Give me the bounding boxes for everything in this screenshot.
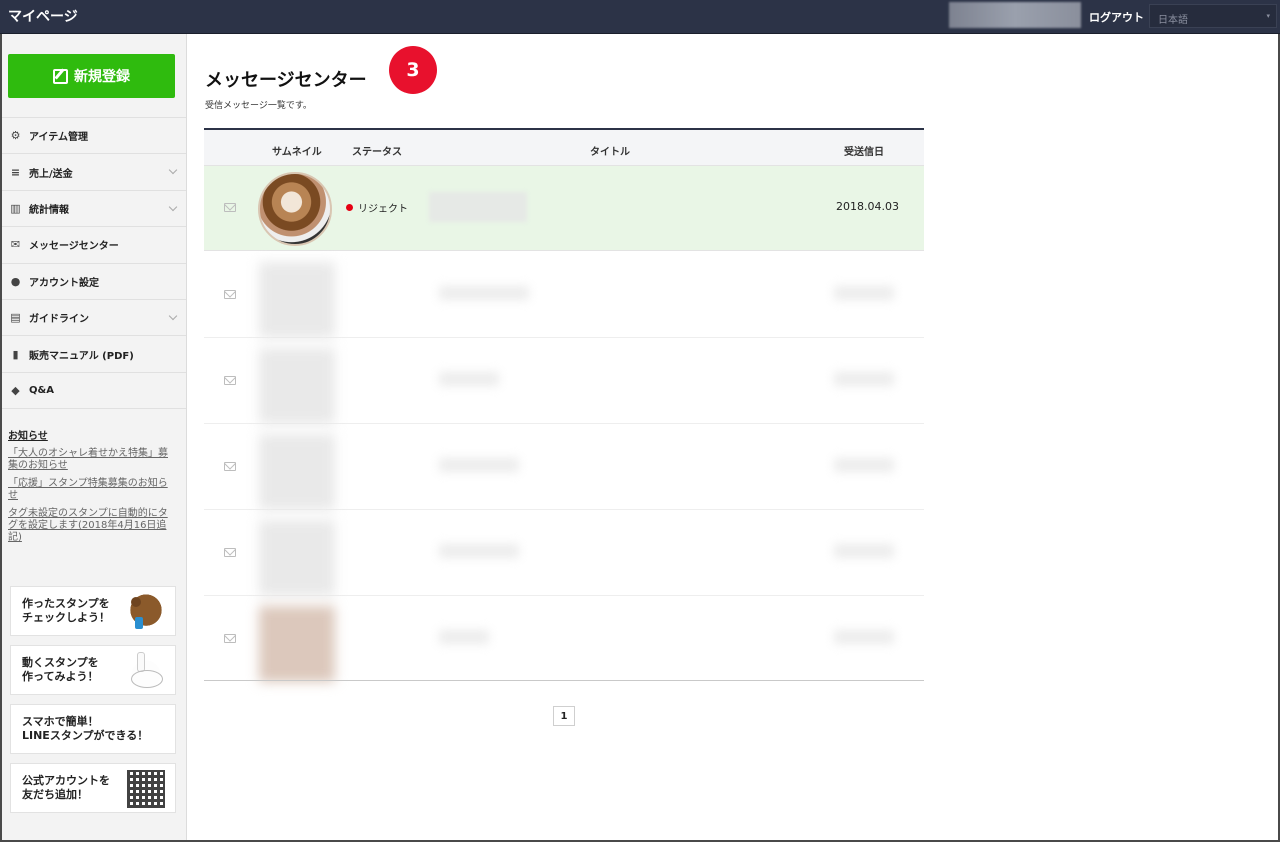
bear-character-icon bbox=[127, 593, 165, 631]
new-registration-button[interactable]: 新規登録 bbox=[8, 54, 175, 98]
blurred-date bbox=[834, 286, 894, 300]
speech-bubble-icon: ◆ bbox=[11, 383, 20, 397]
table-row[interactable] bbox=[204, 338, 924, 424]
column-header-date: 受送信日 bbox=[844, 147, 884, 158]
edit-icon bbox=[53, 68, 68, 84]
envelope-icon bbox=[224, 634, 236, 643]
banner-line: LINEスタンプができる！ bbox=[22, 729, 149, 742]
status-dot-icon bbox=[346, 204, 353, 211]
language-select[interactable]: 日本語 ▾ bbox=[1149, 4, 1277, 28]
news-link[interactable]: タグ未設定のスタンプに自動的にタグを設定します(2018年4月16日追記) bbox=[8, 508, 173, 544]
table-row[interactable] bbox=[204, 252, 924, 338]
chevron-down-icon bbox=[168, 311, 178, 321]
table-bottom-divider bbox=[204, 680, 924, 681]
app-title[interactable]: マイページ bbox=[8, 6, 78, 26]
sidebar-item-label: メッセージセンター bbox=[29, 241, 119, 253]
envelope-icon bbox=[224, 290, 236, 299]
sidebar-item-sales-manual[interactable]: ▮ 販売マニュアル (PDF) bbox=[2, 336, 186, 373]
pagination-page-1[interactable]: 1 bbox=[553, 706, 575, 726]
language-select-value: 日本語 bbox=[1158, 15, 1188, 26]
sticker-thumbnail[interactable] bbox=[258, 172, 332, 246]
sidebar-item-label: 統計情報 bbox=[29, 204, 69, 216]
envelope-icon bbox=[224, 548, 236, 557]
sidebar-item-qa[interactable]: ◆ Q&A bbox=[2, 373, 186, 410]
blurred-date bbox=[834, 458, 894, 472]
bar-chart-icon: ▥ bbox=[10, 201, 21, 215]
column-header-status: ステータス bbox=[352, 147, 402, 158]
column-header-thumbnail: サムネイル bbox=[272, 147, 322, 158]
blurred-thumbnail bbox=[259, 434, 335, 510]
banner-line: スマホで簡単！ bbox=[22, 715, 99, 728]
envelope-icon bbox=[224, 462, 236, 471]
blurred-title bbox=[439, 458, 519, 472]
blurred-date bbox=[834, 630, 894, 644]
sidebar-item-item-management[interactable]: ⚙ アイテム管理 bbox=[2, 118, 186, 155]
logout-link[interactable]: ログアウト bbox=[1089, 9, 1144, 25]
sidebar-menu: ⚙ アイテム管理 ≡ 売上/送金 ▥ 統計情報 ✉ メッセージセンター ● アカ… bbox=[2, 117, 186, 410]
table-row[interactable]: リジェクト 2018.04.03 bbox=[204, 166, 924, 251]
table-header: サムネイル ステータス タイトル 受送信日 bbox=[204, 128, 924, 166]
chevron-down-icon bbox=[168, 202, 178, 212]
blurred-title bbox=[439, 544, 519, 558]
user-name-blurred bbox=[949, 2, 1081, 28]
rabbit-character-icon bbox=[127, 652, 165, 690]
file-icon: ▮ bbox=[12, 347, 19, 361]
annotation-badge: 3 bbox=[389, 46, 437, 94]
sidebar-item-sales[interactable]: ≡ 売上/送金 bbox=[2, 154, 186, 191]
database-icon: ≡ bbox=[10, 165, 21, 179]
news-heading[interactable]: お知らせ bbox=[8, 427, 173, 442]
blurred-title bbox=[439, 630, 489, 644]
new-registration-label: 新規登録 bbox=[74, 69, 130, 85]
news-link[interactable]: 「大人のオシャレ着せかえ特集」募集のお知らせ bbox=[8, 448, 173, 472]
page-title: メッセージセンター bbox=[205, 70, 367, 91]
sidebar-item-guidelines[interactable]: ▤ ガイドライン bbox=[2, 300, 186, 337]
news-section: お知らせ 「大人のオシャレ着せかえ特集」募集のお知らせ 「応援」スタンプ特集募集… bbox=[8, 427, 173, 550]
envelope-icon bbox=[224, 203, 236, 212]
page-subtitle: 受信メッセージ一覧です。 bbox=[205, 101, 312, 111]
message-title-blurred[interactable] bbox=[429, 192, 527, 222]
banner-official-account[interactable]: 公式アカウントを 友だち追加！ bbox=[10, 763, 176, 813]
news-link[interactable]: 「応援」スタンプ特集募集のお知らせ bbox=[8, 478, 173, 502]
banner-check-stickers[interactable]: 作ったスタンプを チェックしよう！ bbox=[10, 586, 176, 636]
sidebar-item-account-settings[interactable]: ● アカウント設定 bbox=[2, 264, 186, 300]
table-row[interactable] bbox=[204, 424, 924, 510]
blurred-thumbnail bbox=[259, 348, 335, 424]
received-date: 2018.04.03 bbox=[836, 200, 899, 213]
blurred-date bbox=[834, 372, 894, 386]
blurred-thumbnail bbox=[259, 262, 335, 338]
envelope-icon: ✉ bbox=[10, 238, 21, 252]
top-bar: マイページ ログアウト 日本語 ▾ bbox=[0, 0, 1280, 34]
blurred-title bbox=[439, 372, 499, 386]
sidebar-item-label: アイテム管理 bbox=[29, 132, 88, 144]
table-row[interactable] bbox=[204, 510, 924, 596]
blurred-date bbox=[834, 544, 894, 558]
chevron-down-icon bbox=[168, 166, 178, 175]
envelope-icon bbox=[224, 376, 236, 385]
table-row[interactable] bbox=[204, 596, 924, 682]
blurred-thumbnail bbox=[259, 606, 335, 682]
banner-animated-stickers[interactable]: 動くスタンプを 作ってみよう！ bbox=[10, 645, 176, 695]
sidebar-item-label: 販売マニュアル (PDF) bbox=[29, 350, 134, 362]
gear-icon: ⚙ bbox=[10, 129, 21, 143]
chevron-down-icon: ▾ bbox=[1266, 12, 1270, 20]
blurred-title bbox=[439, 286, 529, 300]
qr-code-icon bbox=[127, 770, 165, 808]
message-table: サムネイル ステータス タイトル 受送信日 リジェクト 2018.04.03 bbox=[204, 128, 924, 251]
document-icon: ▤ bbox=[10, 311, 21, 325]
sidebar-item-label: ガイドライン bbox=[29, 314, 89, 326]
sidebar: 新規登録 ⚙ アイテム管理 ≡ 売上/送金 ▥ 統計情報 ✉ メッセージセンター… bbox=[2, 34, 187, 840]
person-icon: ● bbox=[10, 274, 21, 288]
status-badge: リジェクト bbox=[358, 204, 408, 215]
blurred-thumbnail bbox=[259, 520, 335, 596]
sidebar-item-label: アカウント設定 bbox=[29, 277, 99, 289]
banner-smartphone-stickers[interactable]: スマホで簡単！ LINEスタンプができる！ bbox=[10, 704, 176, 754]
sidebar-item-label: Q&A bbox=[29, 384, 54, 396]
column-header-title: タイトル bbox=[590, 147, 630, 158]
sidebar-item-label: 売上/送金 bbox=[29, 168, 73, 180]
blurred-message-rows bbox=[204, 252, 934, 682]
sidebar-item-statistics[interactable]: ▥ 統計情報 bbox=[2, 191, 186, 228]
sidebar-item-message-center[interactable]: ✉ メッセージセンター bbox=[2, 227, 186, 264]
